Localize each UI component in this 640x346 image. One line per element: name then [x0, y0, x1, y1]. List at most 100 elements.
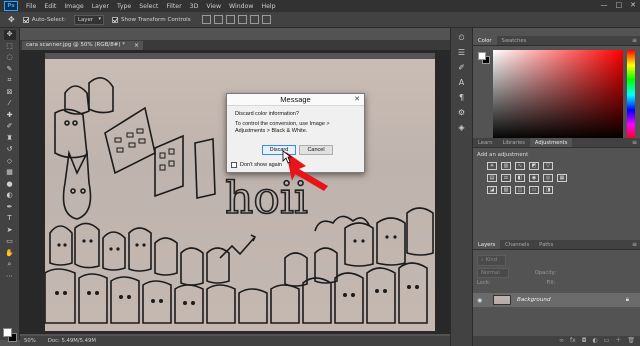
layer-kind-filter[interactable]: ⌕ Kind	[477, 255, 506, 266]
posterize-icon[interactable]: ▧	[501, 186, 511, 194]
document-tab[interactable]: cara scanner.jpg @ 50% (RGB/8#) * ×	[22, 41, 143, 50]
fx-icon[interactable]: fx	[570, 336, 576, 346]
eraser-tool-icon[interactable]: ◇	[4, 156, 16, 166]
3d-panel-icon[interactable]: ◈	[457, 123, 467, 133]
menu-view[interactable]: View	[206, 3, 221, 10]
healing-brush-icon[interactable]: ✚	[4, 110, 16, 120]
blur-tool-icon[interactable]: ●	[4, 179, 16, 189]
menu-type[interactable]: Type	[117, 3, 131, 10]
gradient-map-icon[interactable]: ▭	[529, 186, 539, 194]
tab-learn[interactable]: Learn	[473, 138, 498, 147]
align-left-icon[interactable]	[201, 15, 211, 24]
curves-icon[interactable]: ∿	[515, 162, 525, 170]
levels-icon[interactable]: ▥	[501, 162, 511, 170]
tab-layers[interactable]: Layers	[473, 240, 501, 249]
canvas-workspace[interactable]: hoii Message ✕ Discard color information…	[20, 50, 450, 334]
delete-layer-icon[interactable]: 🗑︎	[627, 336, 635, 346]
move-tool-icon[interactable]: ✥	[3, 29, 16, 40]
auto-select-option[interactable]: Auto-Select:	[22, 16, 66, 23]
menu-layer[interactable]: Layer	[92, 3, 109, 10]
threshold-icon[interactable]: ◫	[515, 186, 525, 194]
close-icon[interactable]: ✕	[630, 1, 636, 9]
color-balance-icon[interactable]: ⚖	[501, 174, 511, 182]
glyphs-panel-icon[interactable]: ⚙	[457, 108, 467, 118]
foreground-background-swatches[interactable]	[3, 328, 17, 342]
clone-stamp-icon[interactable]: ♜	[4, 133, 16, 143]
tab-swatches[interactable]: Swatches	[497, 36, 532, 45]
hand-tool-icon[interactable]: ✋	[4, 248, 16, 258]
menu-image[interactable]: Image	[64, 3, 83, 10]
maximize-icon[interactable]: □	[616, 1, 623, 9]
new-layer-icon[interactable]: ＋	[615, 336, 621, 346]
tab-libraries[interactable]: Libraries	[498, 138, 530, 147]
align-right-icon[interactable]	[225, 15, 235, 24]
more-tools-icon[interactable]: ⋯	[4, 271, 16, 281]
vibrance-icon[interactable]: ▽	[543, 162, 553, 170]
brightness-contrast-icon[interactable]: ☀	[487, 162, 497, 170]
foreground-color-swatch[interactable]	[3, 328, 12, 337]
frame-tool-icon[interactable]: ⊠	[4, 87, 16, 97]
paragraph-panel-icon[interactable]: ¶	[457, 93, 467, 103]
visibility-eye-icon[interactable]: ◉	[477, 297, 485, 304]
panel-menu-icon[interactable]: ≡	[632, 36, 637, 46]
exposure-icon[interactable]: ◩	[529, 162, 539, 170]
character-panel-icon[interactable]: A	[457, 78, 467, 88]
show-transform-option[interactable]: Show Transform Controls	[112, 16, 191, 23]
link-layers-icon[interactable]: ∞	[559, 336, 564, 346]
selective-color-icon[interactable]: ◨	[543, 186, 553, 194]
tab-color[interactable]: Color	[473, 36, 497, 45]
hue-slider[interactable]	[627, 50, 635, 140]
zoom-level[interactable]: 50%	[24, 338, 36, 344]
dodge-tool-icon[interactable]: ◐	[4, 191, 16, 201]
brush-panel-icon[interactable]: ✐	[457, 63, 467, 73]
color-fg-bg-swatch[interactable]	[478, 52, 490, 64]
dialog-close-icon[interactable]: ✕	[354, 94, 360, 106]
menu-window[interactable]: Window	[229, 3, 253, 10]
type-tool-icon[interactable]: T	[4, 214, 16, 224]
rectangle-tool-icon[interactable]: ▭	[4, 237, 16, 247]
align-top-icon[interactable]	[237, 15, 247, 24]
panel-menu-icon[interactable]: ≡	[632, 138, 637, 148]
auto-select-dropdown[interactable]: Layer	[73, 14, 104, 25]
channel-mixer-icon[interactable]: ◎	[543, 174, 553, 182]
layer-row-background[interactable]: ◉ Background 🔒︎	[473, 293, 640, 307]
minimize-icon[interactable]: —	[601, 1, 608, 9]
crop-tool-icon[interactable]: ⌗	[4, 76, 16, 86]
history-brush-icon[interactable]: ↺	[4, 145, 16, 155]
menu-3d[interactable]: 3D	[190, 3, 199, 10]
blend-mode-dropdown[interactable]: Normal	[477, 268, 509, 278]
align-middle-icon[interactable]	[249, 15, 259, 24]
gradient-tool-icon[interactable]: ▦	[4, 168, 16, 178]
lasso-tool-icon[interactable]: ◌	[4, 53, 16, 63]
auto-select-checkbox[interactable]	[22, 16, 29, 23]
menu-file[interactable]: File	[26, 3, 36, 10]
menu-edit[interactable]: Edit	[44, 3, 56, 10]
group-icon[interactable]: ▭	[604, 336, 610, 346]
brush-tool-icon[interactable]: ✐	[4, 122, 16, 132]
show-transform-checkbox[interactable]	[112, 16, 118, 23]
mask-icon[interactable]: ◘	[582, 336, 587, 346]
menu-help[interactable]: Help	[261, 3, 275, 10]
properties-panel-icon[interactable]: ☰	[457, 48, 467, 58]
eyedropper-tool-icon[interactable]: ⁄	[4, 99, 16, 109]
tab-paths[interactable]: Paths	[534, 240, 558, 249]
hue-saturation-icon[interactable]: ▤	[487, 174, 497, 182]
menu-select[interactable]: Select	[139, 3, 158, 10]
zoom-tool-icon[interactable]: ⌕	[4, 260, 16, 270]
color-picker-field[interactable]	[493, 50, 623, 140]
color-lookup-icon[interactable]: ▦	[557, 174, 567, 182]
dont-show-again-checkbox[interactable]	[231, 162, 237, 168]
tab-channels[interactable]: Channels	[500, 240, 534, 249]
panel-menu-icon[interactable]: ≡	[632, 240, 637, 250]
quick-select-tool-icon[interactable]: ✎	[4, 64, 16, 74]
path-select-icon[interactable]: ➤	[4, 225, 16, 235]
invert-icon[interactable]: ◪	[487, 186, 497, 194]
move-tool-icon[interactable]: ✥	[8, 15, 15, 24]
adjustment-layer-icon[interactable]: ◐	[592, 336, 597, 346]
close-tab-icon[interactable]: ×	[134, 41, 139, 50]
tab-adjustments[interactable]: Adjustments	[529, 138, 573, 147]
marquee-tool-icon[interactable]: ⬚	[4, 41, 16, 51]
black-white-icon[interactable]: ◧	[515, 174, 525, 182]
align-center-icon[interactable]	[213, 15, 223, 24]
align-bottom-icon[interactable]	[261, 15, 271, 24]
